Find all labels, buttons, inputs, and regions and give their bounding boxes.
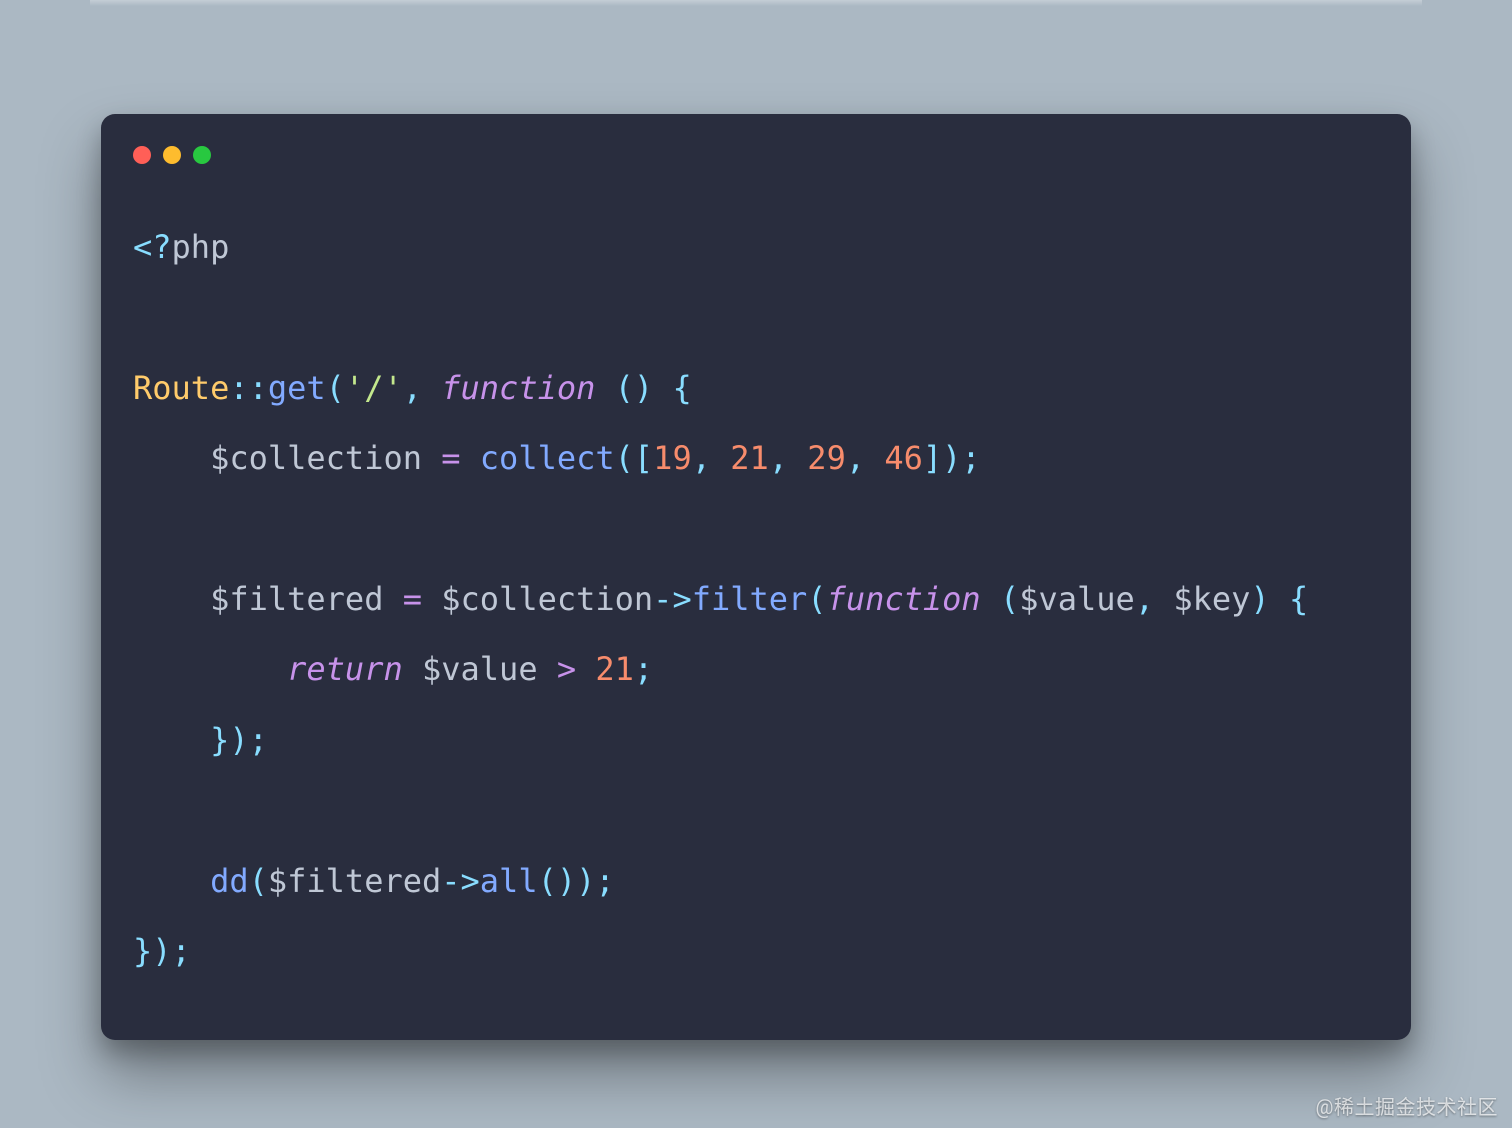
method-all: all: [480, 862, 538, 900]
window-traffic-lights: [133, 146, 1379, 164]
stage: <?php Route::get('/', function () { $col…: [0, 0, 1512, 1128]
var-filtered: $filtered: [210, 580, 383, 618]
num-19: 19: [653, 439, 692, 477]
lparen: (: [1000, 580, 1019, 618]
var-collection: $collection: [210, 439, 422, 477]
double-colon: ::: [229, 369, 268, 407]
lbracket: [: [634, 439, 653, 477]
watermark-text: @稀土掘金技术社区: [1316, 1091, 1498, 1120]
var-key: $key: [1173, 580, 1250, 618]
semicolon: ;: [595, 862, 614, 900]
space: [981, 580, 1000, 618]
space: [1270, 580, 1289, 618]
semicolon: ;: [172, 932, 191, 970]
var-value: $value: [1019, 580, 1135, 618]
rparen: ): [152, 932, 171, 970]
code-block: <?php Route::get('/', function () { $col…: [133, 212, 1379, 986]
op-assign: =: [422, 439, 480, 477]
var-value: $value: [422, 650, 538, 688]
php-word: php: [172, 228, 230, 266]
lparen: (: [249, 862, 268, 900]
semicolon: ;: [634, 650, 653, 688]
top-edge-shadow: [90, 0, 1422, 6]
rbrace: }: [210, 721, 229, 759]
comma: ,: [1135, 580, 1174, 618]
lparen: (: [326, 369, 345, 407]
lbrace: {: [672, 369, 691, 407]
keyword-function: function: [827, 580, 981, 618]
var-collection: $collection: [441, 580, 653, 618]
fn-collect: collect: [480, 439, 615, 477]
arrow: ->: [653, 580, 692, 618]
rparen: ): [576, 862, 595, 900]
indent: [133, 650, 287, 688]
lparen: (: [807, 580, 826, 618]
indent: [133, 580, 210, 618]
arrow: ->: [441, 862, 480, 900]
lbrace: {: [1289, 580, 1308, 618]
rparen: ): [229, 721, 248, 759]
minimize-dot-icon: [163, 146, 181, 164]
fn-dd: dd: [210, 862, 249, 900]
close-dot-icon: [133, 146, 151, 164]
num-21: 21: [595, 650, 634, 688]
string-route-path: '/': [345, 369, 403, 407]
num-29: 29: [807, 439, 846, 477]
space: [653, 369, 672, 407]
indent: [133, 862, 210, 900]
var-filtered: $filtered: [268, 862, 441, 900]
rparen: ): [634, 369, 653, 407]
lparen: (: [615, 369, 634, 407]
space: [595, 369, 614, 407]
class-route: Route: [133, 369, 229, 407]
keyword-function: function: [441, 369, 595, 407]
indent: [133, 721, 210, 759]
space: [403, 650, 422, 688]
num-21: 21: [730, 439, 769, 477]
zoom-dot-icon: [193, 146, 211, 164]
comma: ,: [403, 369, 442, 407]
comma: ,: [846, 439, 885, 477]
keyword-return: return: [287, 650, 403, 688]
semicolon: ;: [249, 721, 268, 759]
num-46: 46: [884, 439, 923, 477]
comma: ,: [769, 439, 808, 477]
code-window: <?php Route::get('/', function () { $col…: [101, 114, 1411, 1040]
rbrace: }: [133, 932, 152, 970]
method-get: get: [268, 369, 326, 407]
comma: ,: [692, 439, 731, 477]
rbracket: ]: [923, 439, 942, 477]
rparen: ): [942, 439, 961, 477]
rparen: ): [1250, 580, 1269, 618]
method-filter: filter: [692, 580, 808, 618]
indent: [133, 439, 210, 477]
php-open-tag: <?: [133, 228, 172, 266]
op-assign: =: [383, 580, 441, 618]
rparen: ): [557, 862, 576, 900]
lparen: (: [615, 439, 634, 477]
lparen: (: [538, 862, 557, 900]
op-gt: >: [538, 650, 596, 688]
semicolon: ;: [961, 439, 980, 477]
